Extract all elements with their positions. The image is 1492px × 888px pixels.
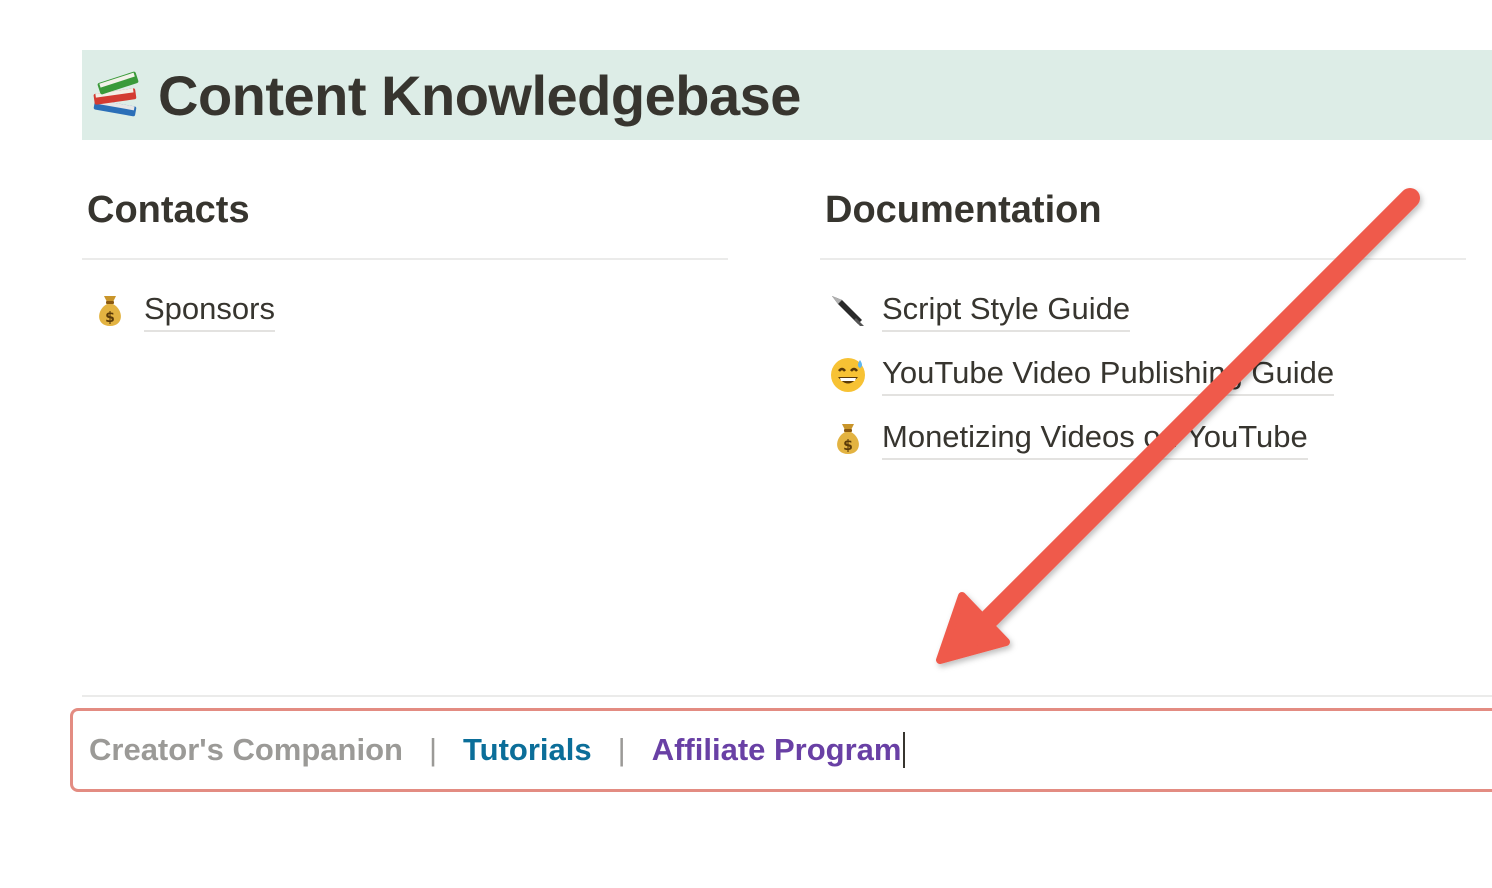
footer-item-creators-companion: Creator's Companion [89, 732, 403, 767]
page-title-block[interactable]: Content Knowledgebase [82, 50, 1492, 140]
svg-text:$: $ [843, 438, 853, 454]
contacts-heading: Contacts [87, 189, 250, 231]
footer-item-affiliate-program[interactable]: Affiliate Program [652, 732, 902, 768]
svg-text:$: $ [105, 310, 115, 326]
page-link-label: Sponsors [144, 289, 275, 332]
books-icon[interactable] [88, 67, 144, 123]
money-bag-icon: $ [90, 290, 130, 330]
grinning-sweat-face-icon [828, 354, 868, 394]
page-link-sponsors[interactable]: $ Sponsors [82, 278, 728, 342]
footer-item-tutorials[interactable]: Tutorials [463, 732, 592, 768]
column-contacts: Contacts $ Sponsors [82, 180, 728, 342]
page-link-monetizing-videos[interactable]: $ Monetizing Videos on YouTube [820, 406, 1466, 470]
footer-divider [82, 695, 1492, 697]
page-link-label: YouTube Video Publishing Guide [882, 353, 1335, 396]
divider [82, 258, 728, 260]
money-bag-icon: $ [828, 418, 868, 458]
page-title: Content Knowledgebase [158, 63, 801, 127]
divider [820, 258, 1466, 260]
footer-separator: | [617, 732, 626, 767]
page-link-script-style-guide[interactable]: Script Style Guide [820, 278, 1466, 342]
footer-separator: | [428, 732, 438, 767]
page-link-youtube-publishing-guide[interactable]: YouTube Video Publishing Guide [820, 342, 1466, 406]
documentation-heading: Documentation [825, 189, 1102, 231]
column-documentation: Documentation Script Style Guide YouTube… [820, 180, 1466, 470]
page-link-label: Script Style Guide [882, 289, 1131, 332]
text-cursor [903, 732, 906, 768]
page-link-label: Monetizing Videos on YouTube [882, 417, 1308, 460]
fountain-pen-icon [828, 290, 868, 330]
notion-page: Content Knowledgebase Contacts $ Sponsor… [0, 0, 1492, 888]
footer-links-block[interactable]: Creator's Companion | Tutorials | Affili… [70, 708, 1492, 792]
